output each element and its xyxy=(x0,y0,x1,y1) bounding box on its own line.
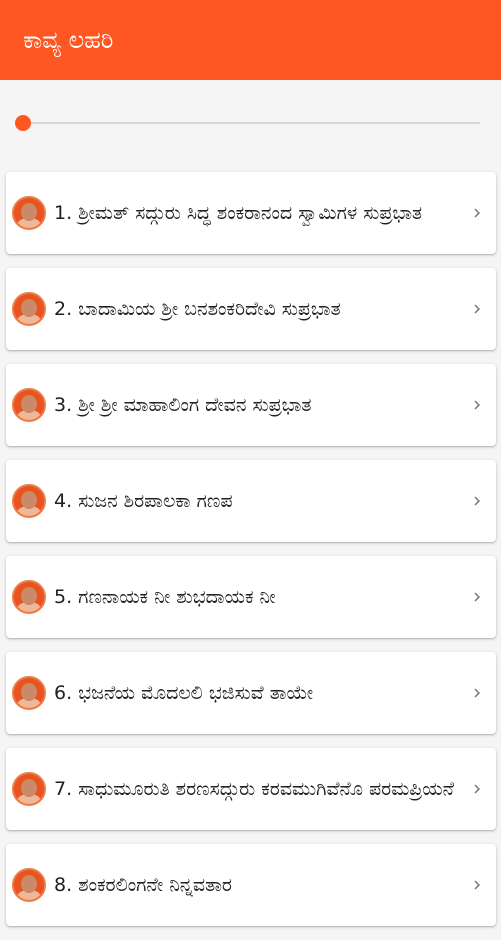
chevron-right-icon[interactable] xyxy=(468,204,486,222)
avatar-portrait-icon xyxy=(12,580,46,614)
song-list-item[interactable]: 3. ಶ್ರೀ ಶ್ರೀ ಮಾಹಾಲಿಂಗ ದೇವನ ಸುಪ್ರಭಾತ xyxy=(6,364,496,446)
chevron-right-icon[interactable] xyxy=(468,588,486,606)
song-list-item[interactable]: 8. ಶಂಕರಲಿಂಗನೇ ನಿನ್ನವತಾರ xyxy=(6,844,496,926)
avatar-portrait-icon xyxy=(12,196,46,230)
song-list-item[interactable]: 2. ಬಾದಾಮಿಯ ಶ್ರೀ ಬನಶಂಕರಿದೇವಿ ಸುಪ್ರಭಾತ xyxy=(6,268,496,350)
song-title: 2. ಬಾದಾಮಿಯ ಶ್ರೀ ಬನಶಂಕರಿದೇವಿ ಸುಪ್ರಭಾತ xyxy=(54,298,341,320)
audio-seekbar[interactable] xyxy=(14,113,480,133)
app-title: ಕಾವ್ಯ ಲಹರಿ xyxy=(23,26,114,54)
chevron-right-icon[interactable] xyxy=(468,492,486,510)
song-list: 1. ಶ್ರೀಮತ್ ಸದ್ಗುರು ಸಿದ್ಧ ಶಂಕರಾನಂದ ಸ್ವಾಮಿ… xyxy=(6,172,496,940)
song-list-item[interactable]: 4. ಸುಜನ ಶಿರಪಾಲಕಾ ಗಣಪ xyxy=(6,460,496,542)
chevron-right-icon[interactable] xyxy=(468,300,486,318)
song-title: 7. ಸಾಧುಮೂರುತಿ ಶರಣಸದ್ಗುರು ಕರವಮುಗಿವೆನೊ ಪರಮ… xyxy=(54,778,454,800)
avatar-portrait-icon xyxy=(12,868,46,902)
song-title: 3. ಶ್ರೀ ಶ್ರೀ ಮಾಹಾಲಿಂಗ ದೇವನ ಸುಪ್ರಭಾತ xyxy=(54,394,312,416)
seekbar-track xyxy=(22,122,480,124)
song-title: 4. ಸುಜನ ಶಿರಪಾಲಕಾ ಗಣಪ xyxy=(54,490,233,512)
song-title: 5. ಗಣನಾಯಕ ನೀ ಶುಭದಾಯಕ ನೀ xyxy=(54,586,276,608)
avatar-portrait-icon xyxy=(12,484,46,518)
avatar-portrait-icon xyxy=(12,772,46,806)
chevron-right-icon[interactable] xyxy=(468,876,486,894)
chevron-right-icon[interactable] xyxy=(468,780,486,798)
song-list-item[interactable]: 6. ಭಜನೆಯ ಮೊದಲಲಿ ಭಜಿಸುವೆ ತಾಯೇ xyxy=(6,652,496,734)
avatar-portrait-icon xyxy=(12,292,46,326)
chevron-right-icon[interactable] xyxy=(468,396,486,414)
seekbar-thumb[interactable] xyxy=(15,115,31,131)
song-list-item[interactable]: 1. ಶ್ರೀಮತ್ ಸದ್ಗುರು ಸಿದ್ಧ ಶಂಕರಾನಂದ ಸ್ವಾಮಿ… xyxy=(6,172,496,254)
app-bar: ಕಾವ್ಯ ಲಹರಿ xyxy=(0,0,501,80)
avatar-portrait-icon xyxy=(12,676,46,710)
avatar-portrait-icon xyxy=(12,388,46,422)
song-title: 8. ಶಂಕರಲಿಂಗನೇ ನಿನ್ನವತಾರ xyxy=(54,874,232,896)
song-list-item[interactable]: 7. ಸಾಧುಮೂರುತಿ ಶರಣಸದ್ಗುರು ಕರವಮುಗಿವೆನೊ ಪರಮ… xyxy=(6,748,496,830)
song-title: 6. ಭಜನೆಯ ಮೊದಲಲಿ ಭಜಿಸುವೆ ತಾಯೇ xyxy=(54,682,314,704)
song-title: 1. ಶ್ರೀಮತ್ ಸದ್ಗುರು ಸಿದ್ಧ ಶಂಕರಾನಂದ ಸ್ವಾಮಿ… xyxy=(54,202,423,224)
song-list-item[interactable]: 5. ಗಣನಾಯಕ ನೀ ಶುಭದಾಯಕ ನೀ xyxy=(6,556,496,638)
chevron-right-icon[interactable] xyxy=(468,684,486,702)
